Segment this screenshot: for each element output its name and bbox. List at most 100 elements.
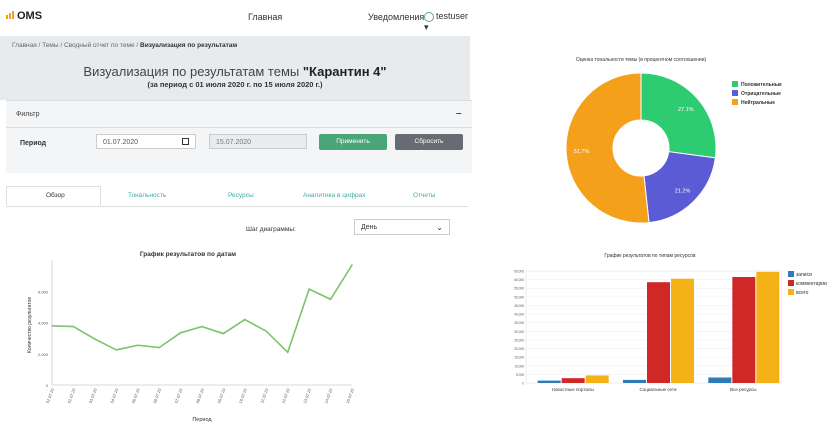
data-point	[51, 324, 53, 327]
page-title-topic: "Карантин 4"	[302, 64, 387, 79]
tab-resources[interactable]: Ресурсы	[228, 192, 254, 199]
data-point	[351, 264, 353, 266]
y-tick-label: 60,000	[514, 278, 524, 282]
x-axis-title: Период	[192, 417, 212, 423]
x-tick-label: Все ресурсы	[730, 387, 756, 392]
legend-label: всего	[796, 290, 809, 296]
x-tick-label: 15.07.20	[345, 387, 355, 404]
x-tick-label: 06.07.20	[152, 387, 162, 404]
date-to-input[interactable]: 15.07.2020	[209, 134, 307, 149]
y-tick-label: 6,000	[38, 289, 49, 294]
tab-tonality[interactable]: Тональность	[128, 192, 166, 199]
logo[interactable]: OMS	[6, 10, 42, 22]
legend-label: комментарии	[796, 281, 827, 287]
date-from-value: 01.07.2020	[103, 139, 139, 146]
apply-button[interactable]: Применить	[319, 134, 387, 150]
breadcrumb-home[interactable]: Главная	[12, 42, 37, 49]
legend-swatch	[788, 280, 794, 286]
y-tick-label: 45,000	[514, 304, 524, 308]
breadcrumb-current: Визуализация по результатам	[140, 42, 238, 49]
page-title-prefix: Визуализация по результатам темы	[83, 64, 303, 79]
legend-swatch	[788, 271, 794, 277]
nav-home-link[interactable]: Главная	[248, 12, 282, 22]
bar	[647, 282, 670, 383]
logo-bars-icon	[6, 10, 15, 22]
bar	[671, 278, 694, 383]
tab-overview[interactable]: Обзор	[46, 192, 65, 199]
user-menu[interactable]: testuser ▾	[424, 11, 470, 33]
legend-swatch	[732, 90, 738, 96]
y-tick-label: 10,000	[514, 364, 524, 368]
legend-label: Положительные	[741, 82, 782, 88]
step-select[interactable]: День ⌄	[354, 219, 450, 235]
series-line	[51, 264, 353, 354]
tab-reports[interactable]: Отчеты	[413, 192, 435, 199]
x-tick-label: 11.07.20	[259, 387, 269, 404]
y-tick-label: 55,000	[514, 287, 524, 291]
y-tick-label: 4,000	[38, 321, 49, 326]
data-point	[179, 331, 182, 334]
y-tick-label: 50,000	[514, 295, 524, 299]
x-tick-label: 10.07.20	[238, 387, 248, 404]
x-tick-label: Социальные сети	[640, 387, 677, 392]
bar	[585, 375, 609, 383]
y-tick-label: 35,000	[514, 321, 524, 325]
legend-swatch	[788, 289, 794, 295]
breadcrumb: Главная / Темы / Сводный отчет по теме /…	[12, 42, 237, 49]
data-point	[201, 325, 203, 328]
x-tick-label: 02.07.20	[66, 387, 76, 404]
user-name: testuser	[436, 11, 469, 21]
data-point	[308, 288, 310, 290]
bar	[732, 277, 756, 383]
collapse-icon[interactable]: –	[456, 108, 462, 119]
legend-swatch	[732, 81, 738, 87]
calendar-icon[interactable]	[182, 138, 189, 145]
caret-down-icon: ▾	[424, 21, 429, 32]
x-tick-label: 01.07.20	[45, 387, 55, 404]
y-tick-label: 0	[522, 382, 524, 386]
legend-swatch	[732, 99, 738, 105]
reset-button[interactable]: Сбросить	[395, 134, 463, 150]
y-tick-label: 20,000	[514, 347, 524, 351]
x-tick-label: 09.07.20	[216, 387, 226, 404]
navbar: OMS Главная Уведомления testuser ▾	[0, 0, 470, 36]
bar	[756, 271, 780, 383]
data-point	[265, 330, 268, 333]
chart-title: График результатов по датам	[140, 251, 236, 258]
x-tick-label: 04.07.20	[109, 387, 119, 404]
main-panel: OMS Главная Уведомления testuser ▾ Главн…	[0, 0, 472, 429]
nav-notifications-link[interactable]: Уведомления	[368, 12, 424, 22]
donut-data-label: 51.7%	[574, 149, 590, 155]
bar	[708, 377, 732, 383]
data-point	[94, 338, 96, 340]
breadcrumb-report[interactable]: Сводный отчет по теме	[64, 42, 135, 49]
y-tick-label: 15,000	[514, 356, 524, 360]
bar	[561, 378, 585, 383]
filter-divider	[6, 127, 472, 128]
filter-title: Фильтр	[16, 111, 40, 118]
y-tick-label: 25,000	[514, 338, 524, 342]
donut-data-label: 27.1%	[678, 107, 694, 113]
chevron-down-icon: ⌄	[436, 223, 443, 232]
y-tick-label: 2,000	[38, 352, 49, 357]
data-point	[329, 298, 332, 301]
date-from-input[interactable]: 01.07.2020	[96, 134, 196, 149]
legend-label: записи	[796, 272, 812, 278]
donut-title: Оценка тональности темы (в процентном со…	[576, 57, 707, 63]
tab-analytics[interactable]: Аналитика в цифрах	[303, 192, 365, 199]
data-point	[244, 318, 246, 321]
x-tick-label: Новостные порталы	[552, 387, 594, 392]
bar	[623, 379, 646, 383]
x-tick-label: 05.07.20	[131, 387, 141, 404]
y-tick-label: 30,000	[514, 330, 524, 334]
donut-data-label: 21.2%	[675, 189, 691, 195]
breadcrumb-topics[interactable]: Темы	[42, 42, 58, 49]
y-axis-title: Количество результатов	[27, 297, 33, 353]
y-tick-label: 40,000	[514, 313, 524, 317]
bar-chart-title: График результатов по типам ресурсов	[604, 253, 696, 259]
data-point	[136, 344, 139, 347]
right-charts: Оценка тональности темы (в процентном со…	[514, 57, 827, 392]
step-label: Шаг диаграммы:	[246, 226, 296, 233]
data-point	[286, 351, 289, 354]
bar	[537, 380, 561, 383]
